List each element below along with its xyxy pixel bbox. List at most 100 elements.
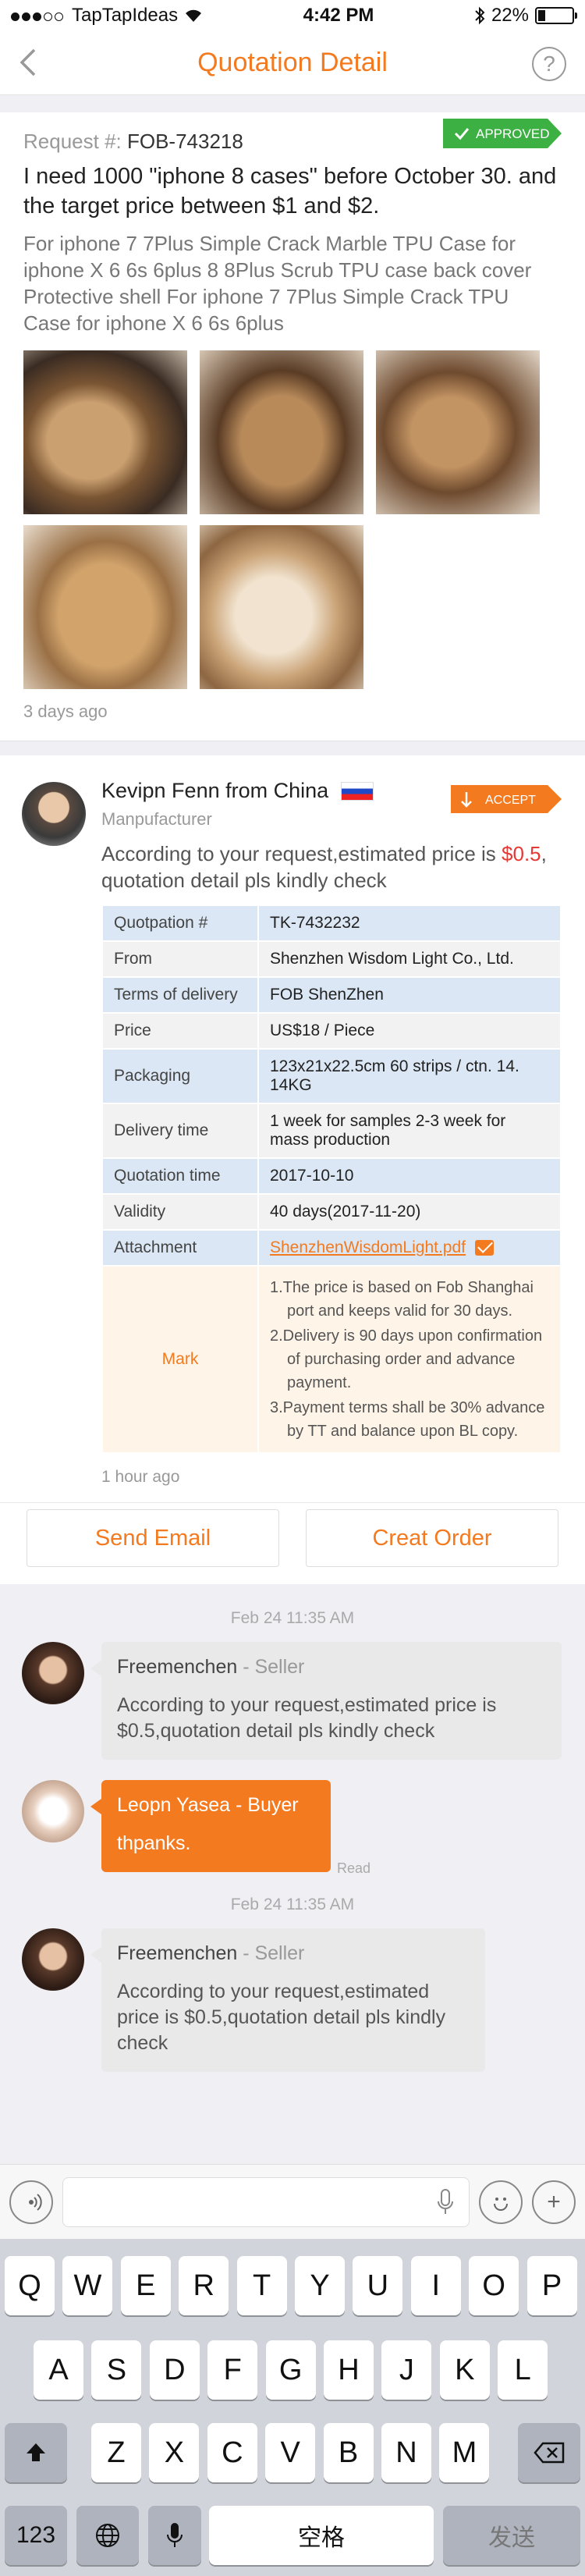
- read-status: Read: [337, 1860, 371, 1876]
- key-e[interactable]: E: [120, 2256, 171, 2315]
- message-input[interactable]: [62, 2176, 470, 2227]
- back-icon[interactable]: [12, 45, 47, 80]
- product-image[interactable]: [23, 525, 187, 689]
- table-row: From Shenzhen Wisdom Light Co., Ltd.: [101, 940, 562, 978]
- add-icon[interactable]: +: [532, 2180, 576, 2224]
- signal-icon: [11, 5, 66, 27]
- request-card: Request #: FOB-743218 APPROVED I need 10…: [0, 112, 585, 741]
- key-a[interactable]: A: [34, 2340, 83, 2400]
- chat-date: Feb 24 11:35 AM: [230, 1896, 355, 1913]
- list-item: 3.Payment terms shall be 30% advance by …: [270, 1399, 545, 1440]
- help-icon[interactable]: ?: [532, 47, 566, 81]
- table-cell-key: Packaging: [101, 1048, 259, 1104]
- list-item: 1.The price is based on Fob Shanghai por…: [270, 1279, 534, 1320]
- create-order-button[interactable]: Creat Order: [306, 1509, 558, 1567]
- table-cell-key: Price: [101, 1012, 259, 1050]
- key-s[interactable]: S: [91, 2340, 142, 2400]
- list-item: 2.Delivery is 90 days upon confirmation …: [270, 1327, 543, 1391]
- table-cell-key: Validity: [101, 1193, 259, 1231]
- key-z[interactable]: Z: [91, 2423, 141, 2482]
- approved-badge: APPROVED: [443, 119, 562, 148]
- chat-thread: Feb 24 11:35 AM Freemenchen - Seller Acc…: [0, 1584, 585, 2115]
- table-cell-value: FOB ShenZhen: [257, 976, 562, 1014]
- key-k[interactable]: K: [439, 2340, 490, 2400]
- chat-date: Feb 24 11:35 AM: [230, 1609, 355, 1627]
- keyboard-row: 123 空格 发送: [0, 2506, 585, 2565]
- key-d[interactable]: D: [149, 2340, 200, 2400]
- wifi-icon: [186, 9, 202, 22]
- key-j[interactable]: J: [381, 2340, 432, 2400]
- microphone-icon[interactable]: [438, 2188, 453, 2215]
- table-row: Validity 40 days(2017-11-20): [101, 1193, 562, 1231]
- quotation-time: 1 hour ago: [101, 1468, 180, 1486]
- table-row: Mark 1.The price is based on Fob Shangha…: [101, 1265, 562, 1454]
- table-cell-value: US$18 / Piece: [257, 1012, 562, 1050]
- voice-icon[interactable]: [9, 2180, 53, 2224]
- key-b[interactable]: B: [323, 2423, 374, 2482]
- table-cell-key: Terms of delivery: [101, 976, 259, 1014]
- shift-key[interactable]: [5, 2423, 67, 2482]
- key-h[interactable]: H: [324, 2340, 374, 2400]
- nav-bar: Quotation Detail ?: [0, 31, 585, 95]
- key-c[interactable]: C: [207, 2423, 257, 2482]
- table-cell-value: TK-7432232: [257, 904, 562, 942]
- bluetooth-icon: [475, 6, 485, 25]
- key-m[interactable]: M: [439, 2423, 490, 2482]
- key-i[interactable]: I: [410, 2256, 461, 2315]
- key-g[interactable]: G: [265, 2340, 316, 2400]
- key-w[interactable]: W: [62, 2256, 113, 2315]
- avatar[interactable]: [22, 1642, 84, 1704]
- request-title: I need 1000 "iphone 8 cases" before Octo…: [23, 164, 557, 219]
- request-time: 3 days ago: [23, 702, 108, 721]
- message-composer: +: [0, 2164, 585, 2239]
- send-email-button[interactable]: Send Email: [27, 1509, 279, 1567]
- attachment-link[interactable]: ShenzhenWisdomLight.pdf: [270, 1238, 466, 1256]
- table-row: Price US$18 / Piece: [101, 1012, 562, 1050]
- product-image[interactable]: [200, 350, 363, 514]
- key-r[interactable]: R: [179, 2256, 229, 2315]
- avatar[interactable]: [22, 1780, 84, 1842]
- table-cell-value: 2017-10-10: [257, 1157, 562, 1195]
- key-v[interactable]: V: [265, 2423, 316, 2482]
- delete-key[interactable]: [518, 2423, 580, 2482]
- send-key[interactable]: 发送: [443, 2506, 580, 2565]
- key-l[interactable]: L: [498, 2340, 548, 2400]
- table-cell-key: From: [101, 940, 259, 978]
- battery-percent: 22%: [491, 5, 529, 26]
- product-image[interactable]: [23, 350, 187, 514]
- numbers-key[interactable]: 123: [5, 2506, 67, 2565]
- mail-icon[interactable]: [475, 1240, 494, 1256]
- avatar[interactable]: [22, 1928, 84, 1991]
- table-cell-key: Quotpation #: [101, 904, 259, 942]
- product-image[interactable]: [376, 350, 540, 514]
- page-title: Quotation Detail: [197, 48, 388, 77]
- message-bubble: Freemenchen - Seller According to your r…: [90, 1928, 485, 2072]
- table-cell-value: 40 days(2017-11-20): [257, 1193, 562, 1231]
- key-t[interactable]: T: [236, 2256, 287, 2315]
- avatar[interactable]: [22, 782, 86, 846]
- key-u[interactable]: U: [353, 2256, 403, 2315]
- carrier-name: TapTapIdeas: [72, 5, 179, 26]
- message-bubble: Leopn Yasea - Buyer thpanks.: [90, 1780, 331, 1872]
- battery-icon: [534, 7, 577, 24]
- table-row: Quotpation # TK-7432232: [101, 904, 562, 942]
- accept-badge[interactable]: ACCEPT: [451, 785, 562, 813]
- product-image[interactable]: [200, 525, 363, 689]
- key-p[interactable]: P: [526, 2256, 577, 2315]
- key-o[interactable]: O: [469, 2256, 519, 2315]
- key-y[interactable]: Y: [295, 2256, 345, 2315]
- globe-key[interactable]: [76, 2506, 139, 2565]
- space-key[interactable]: 空格: [209, 2506, 434, 2565]
- table-row: Delivery time 1 week for samples 2-3 week…: [101, 1103, 562, 1159]
- mark-list: 1.The price is based on Fob Shanghai por…: [270, 1276, 549, 1443]
- emoji-icon[interactable]: [479, 2180, 523, 2224]
- dictation-key[interactable]: [148, 2506, 201, 2565]
- table-row: Terms of delivery FOB ShenZhen: [101, 976, 562, 1014]
- key-n[interactable]: N: [381, 2423, 431, 2482]
- key-f[interactable]: F: [207, 2340, 258, 2400]
- key-x[interactable]: X: [149, 2423, 200, 2482]
- status-time: 4:42 PM: [303, 5, 374, 26]
- key-q[interactable]: Q: [5, 2256, 55, 2315]
- message-bubble: Freemenchen - Seller According to your r…: [90, 1642, 562, 1760]
- keyboard-row: ZXCVBNM: [0, 2423, 585, 2482]
